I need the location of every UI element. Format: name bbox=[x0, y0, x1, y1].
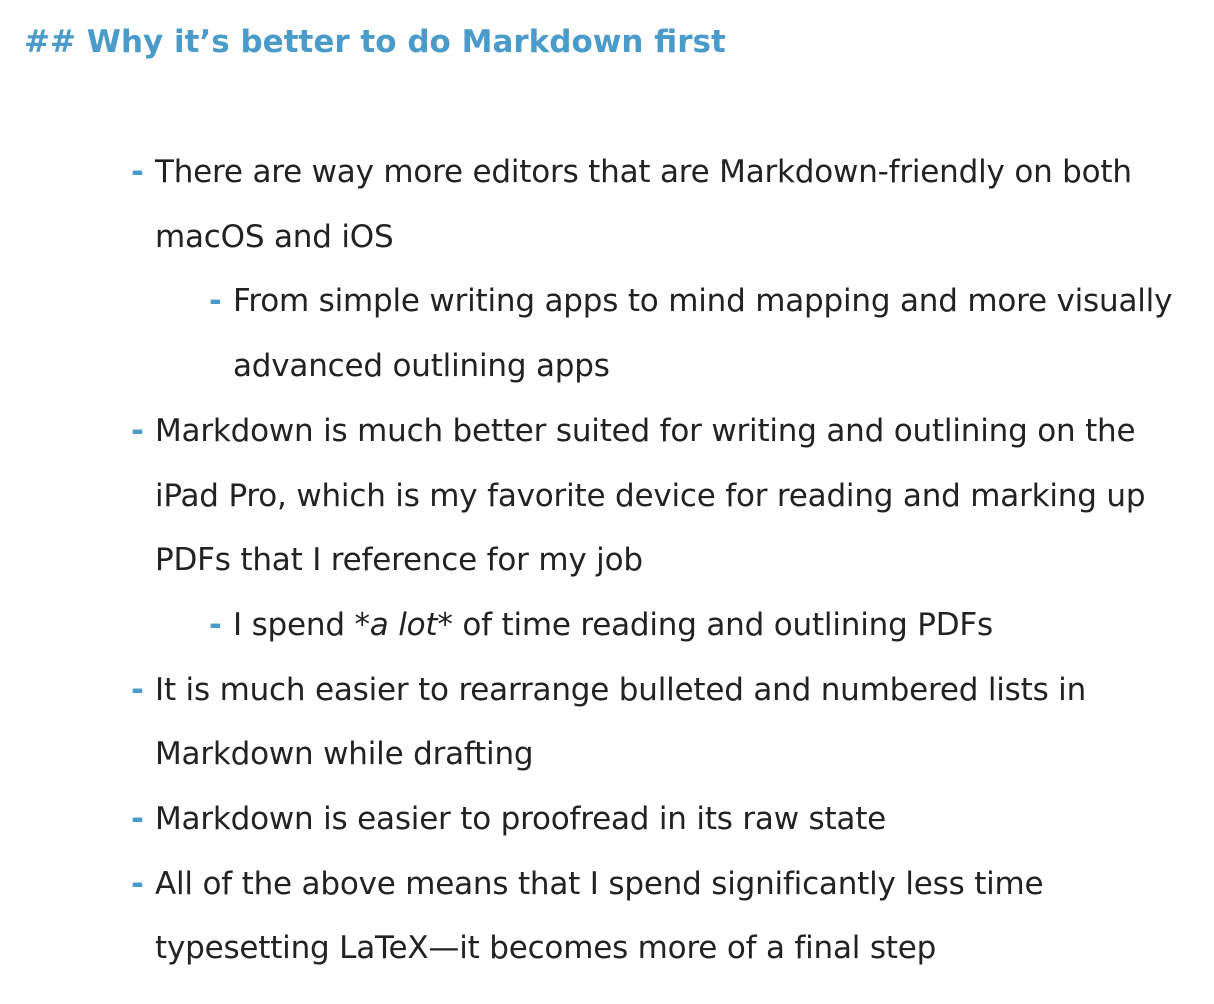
list-item[interactable]: - There are way more editors that are Ma… bbox=[0, 140, 1185, 269]
list-item[interactable]: - Markdown is easier to proofread in its… bbox=[0, 787, 1185, 852]
text-before-emphasis: I spend bbox=[233, 606, 355, 643]
list-item[interactable]: - All of the above means that I spend si… bbox=[0, 852, 1185, 981]
markdown-editor[interactable]: ## Why it’s better to do Markdown first … bbox=[0, 0, 1214, 1004]
emphasis-open-marker: * bbox=[354, 606, 370, 643]
text-after-emphasis: of time reading and outlining PDFs bbox=[452, 606, 993, 643]
list-item-text: There are way more editors that are Mark… bbox=[155, 154, 1132, 255]
list-marker: - bbox=[131, 865, 144, 902]
list-marker: - bbox=[209, 283, 222, 320]
heading-marker: ## bbox=[24, 24, 76, 60]
list-item-text: Markdown is much better suited for writi… bbox=[155, 412, 1146, 579]
list-marker: - bbox=[131, 412, 144, 449]
list-item-text: Markdown is easier to proofread in its r… bbox=[155, 801, 887, 838]
bullet-list: - There are way more editors that are Ma… bbox=[0, 140, 1214, 981]
list-item[interactable]: - I spend *a lot* of time reading and ou… bbox=[0, 593, 1183, 658]
list-marker: - bbox=[209, 606, 222, 643]
section-heading[interactable]: ## Why it’s better to do Markdown first bbox=[24, 18, 726, 66]
list-marker: - bbox=[131, 671, 144, 708]
list-item[interactable]: - From simple writing apps to mind mappi… bbox=[0, 269, 1183, 398]
emphasis-text: a lot bbox=[369, 606, 438, 643]
list-marker: - bbox=[131, 801, 144, 838]
list-item-text: All of the above means that I spend sign… bbox=[155, 865, 1044, 967]
list-item-text: I spend *a lot* of time reading and outl… bbox=[233, 593, 1183, 658]
list-item-text: From simple writing apps to mind mapping… bbox=[233, 283, 1173, 385]
heading-text: Why it’s better to do Markdown first bbox=[86, 24, 726, 60]
list-item-text: It is much easier to rearrange bulleted … bbox=[155, 671, 1087, 773]
emphasis-close-marker: * bbox=[437, 606, 453, 643]
list-item[interactable]: - It is much easier to rearrange bullete… bbox=[0, 658, 1185, 787]
list-marker: - bbox=[131, 154, 144, 190]
list-item[interactable]: - Markdown is much better suited for wri… bbox=[0, 399, 1185, 593]
